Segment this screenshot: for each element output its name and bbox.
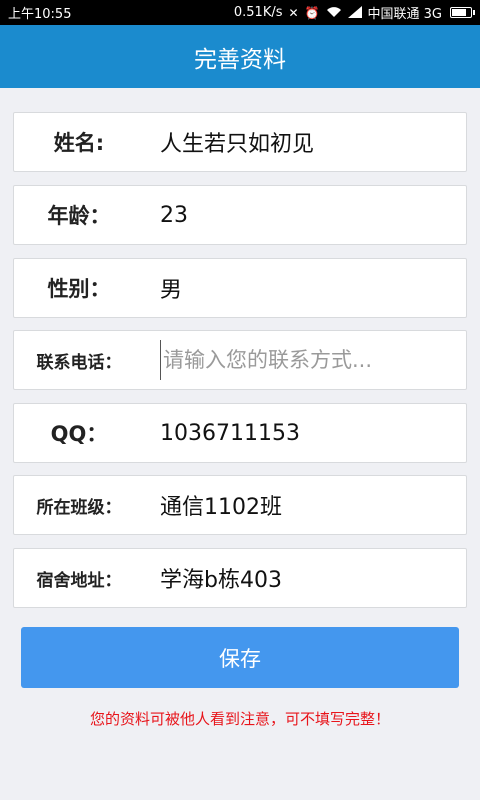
class-label: 所在班级： bbox=[36, 497, 122, 518]
dorm-label: 宿舍地址： bbox=[36, 570, 122, 591]
age-row[interactable]: 年龄： 23 bbox=[13, 185, 467, 245]
qq-row[interactable]: QQ： 1036711153 bbox=[13, 403, 467, 463]
qq-label: QQ： bbox=[50, 422, 108, 446]
page-title: 完善资料 bbox=[194, 46, 286, 73]
status-time: 上午10:55 bbox=[8, 7, 72, 22]
class-value[interactable]: 通信1102班 bbox=[144, 489, 466, 521]
phone-row[interactable]: 联系电话： bbox=[13, 330, 467, 390]
gender-row[interactable]: 性别： 男 bbox=[13, 258, 467, 318]
privacy-notice: 您的资料可被他人看到注意，可不填写完整！ bbox=[89, 710, 390, 728]
network-speed: 0.51K/s bbox=[233, 5, 283, 20]
name-row[interactable]: 姓名: 人生若只如初见 bbox=[13, 112, 467, 172]
phone-label: 联系电话： bbox=[36, 352, 122, 373]
status-bar: 上午10:55 0.51K/s ✕ ⏰ 中国联通 3G bbox=[0, 0, 480, 25]
name-value[interactable]: 人生若只如初见 bbox=[144, 126, 466, 158]
gender-value[interactable]: 男 bbox=[144, 272, 466, 304]
age-label: 年龄： bbox=[47, 204, 111, 228]
wifi-icon bbox=[326, 6, 342, 20]
dorm-value[interactable]: 学海b栋403 bbox=[144, 562, 466, 594]
carrier-text: 中国联通 3G bbox=[367, 7, 442, 22]
class-row[interactable]: 所在班级： 通信1102班 bbox=[13, 475, 467, 535]
phone-input[interactable] bbox=[160, 340, 466, 380]
age-value[interactable]: 23 bbox=[144, 203, 466, 228]
save-button[interactable]: 保存 bbox=[21, 627, 459, 688]
battery-icon bbox=[450, 7, 475, 18]
alarm-icon: ⏰ bbox=[304, 5, 320, 20]
qq-value[interactable]: 1036711153 bbox=[144, 421, 466, 446]
title-bar: 完善资料 bbox=[0, 25, 480, 88]
name-label: 姓名: bbox=[53, 131, 105, 155]
dorm-row[interactable]: 宿舍地址： 学海b栋403 bbox=[13, 548, 467, 608]
signal-icon bbox=[347, 5, 362, 20]
mute-icon: ✕ bbox=[288, 5, 299, 20]
gender-label: 性别： bbox=[47, 277, 111, 301]
